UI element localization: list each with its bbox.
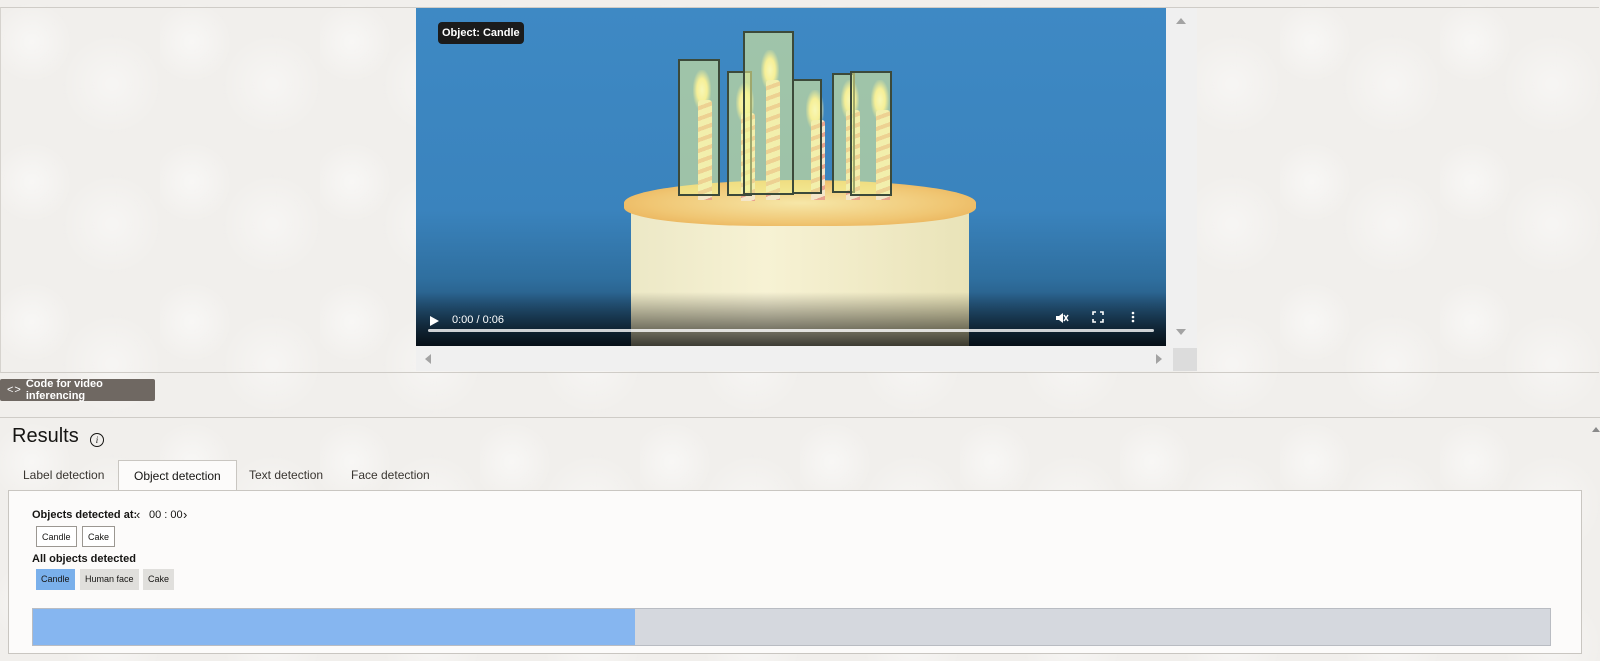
code-icon: <>: [7, 384, 22, 396]
tab-text-detection[interactable]: Text detection: [234, 460, 338, 490]
filter-chip-candle[interactable]: Candle: [36, 569, 75, 590]
timeline-segment-candle: [33, 609, 636, 645]
bounding-box-candle: [792, 79, 822, 194]
timestamp: 00 : 00: [149, 509, 183, 521]
detection-timeline[interactable]: [32, 608, 1551, 646]
play-icon[interactable]: [430, 316, 439, 326]
all-objects-detected-label: All objects detected: [32, 553, 136, 565]
object-chip-candle: Candle: [36, 526, 77, 547]
bounding-box-candle: [743, 31, 794, 195]
object-overlay-label: Object: Candle: [438, 22, 524, 44]
tab-label-detection[interactable]: Label detection: [8, 460, 119, 490]
filter-chip-human-face[interactable]: Human face: [80, 569, 139, 590]
object-detection-content: Objects detected at: ‹ 00 : 00 › Candle …: [8, 490, 1582, 654]
bounding-box-candle: [850, 71, 892, 196]
video-time: 0:00 / 0:06: [452, 314, 504, 326]
results-panel: Results i Label detection Object detecti…: [0, 417, 1600, 661]
scroll-right-icon[interactable]: [1156, 354, 1162, 364]
video-progress-bar[interactable]: [428, 329, 1154, 332]
horizontal-scrollbar[interactable]: [416, 346, 1166, 371]
video-scroll-area[interactable]: Object: Candle 0:00 / 0:06: [416, 8, 1197, 371]
info-icon[interactable]: i: [90, 433, 104, 447]
results-title: Results: [12, 425, 79, 447]
code-for-video-inferencing-button[interactable]: <> Code for video inferencing: [0, 378, 155, 402]
tab-object-detection[interactable]: Object detection: [118, 460, 237, 492]
video-controls: 0:00 / 0:06: [416, 292, 1166, 346]
bounding-box-candle: [678, 59, 720, 196]
object-chip-cake: Cake: [82, 526, 116, 547]
scroll-left-icon[interactable]: [425, 354, 431, 364]
chevron-right-icon[interactable]: ›: [183, 508, 187, 522]
fullscreen-icon[interactable]: [1090, 311, 1106, 327]
scroll-down-icon[interactable]: [1176, 329, 1186, 335]
mute-icon[interactable]: [1054, 311, 1070, 327]
chevron-left-icon[interactable]: ‹: [136, 508, 140, 522]
scroll-up-icon[interactable]: [1176, 18, 1186, 24]
more-options-icon[interactable]: [1125, 311, 1141, 327]
vertical-scrollbar[interactable]: [1166, 8, 1197, 346]
objects-detected-at-label: Objects detected at:: [32, 509, 138, 521]
video-player[interactable]: Object: Candle 0:00 / 0:06: [416, 8, 1166, 346]
code-button-label: Code for video inferencing: [25, 378, 103, 402]
filter-chip-cake[interactable]: Cake: [143, 569, 175, 590]
tab-face-detection[interactable]: Face detection: [336, 460, 445, 490]
scrollbar-corner: [1173, 348, 1197, 371]
scroll-up-icon[interactable]: [1592, 427, 1600, 432]
